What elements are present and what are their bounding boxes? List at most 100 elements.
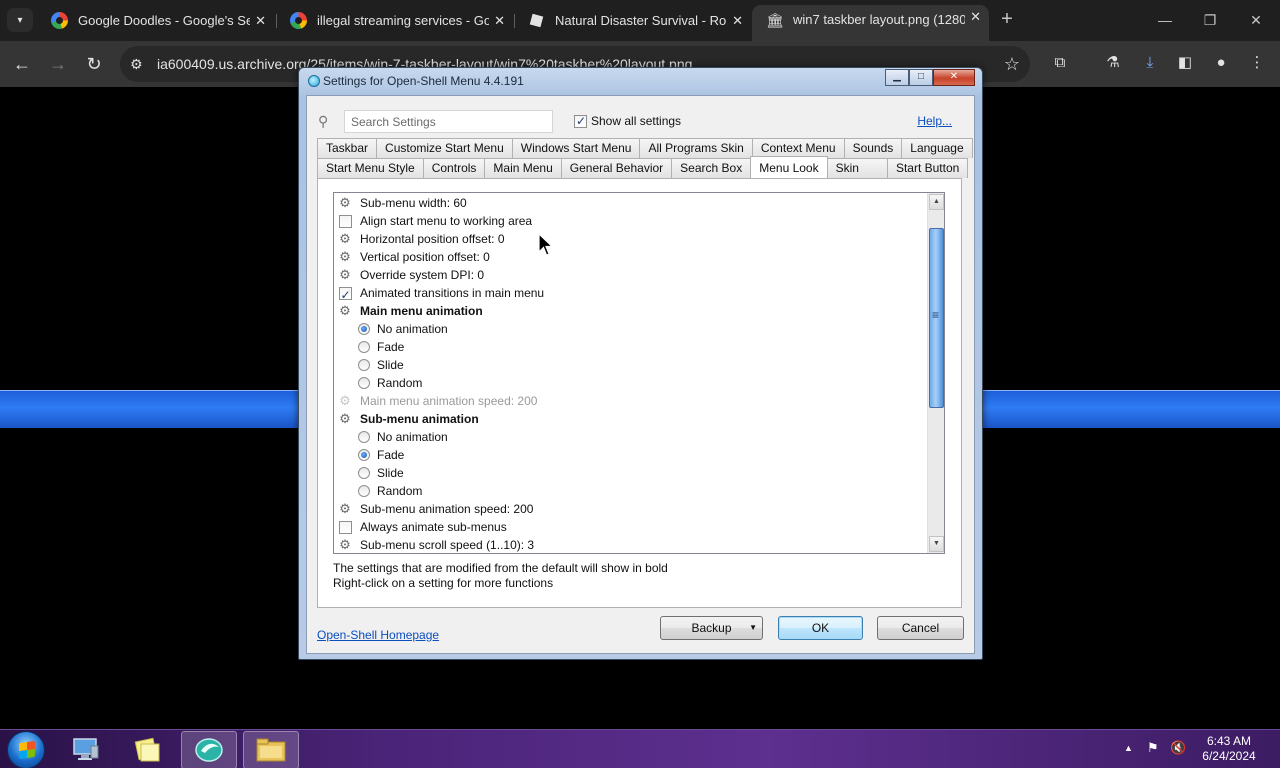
close-icon[interactable]: ✕ — [732, 6, 743, 35]
radio-unselected[interactable] — [358, 377, 370, 389]
tab-skin[interactable]: Skin — [826, 158, 888, 178]
settings-scrollbar[interactable]: ▲ ▼ — [927, 193, 944, 553]
show-hidden-icons-arrow-icon[interactable]: ▲ — [1124, 741, 1133, 756]
setting-row[interactable]: Slide — [334, 464, 926, 482]
restore-button[interactable]: ❐ — [1200, 10, 1220, 30]
tab-controls[interactable]: Controls — [422, 158, 486, 178]
setting-row[interactable]: ⚙ Horizontal position offset: 0 — [334, 230, 926, 248]
tab-general-behavior[interactable]: General Behavior — [560, 158, 673, 178]
checkbox-unchecked[interactable] — [338, 520, 352, 534]
tab-context-menu[interactable]: Context Menu — [751, 138, 845, 158]
taskbar-app-computer[interactable] — [58, 731, 114, 768]
radio-unselected[interactable] — [358, 341, 370, 353]
site-info-icon[interactable]: ⚙ — [130, 54, 143, 74]
scrollbar-thumb[interactable] — [929, 228, 944, 408]
close-window-button[interactable]: ✕ — [1246, 10, 1266, 30]
tab-main-menu[interactable]: Main Menu — [484, 158, 562, 178]
radio-selected[interactable] — [358, 449, 370, 461]
settings-list[interactable]: ⚙ Sub-menu width: 60 Align start menu to w… — [333, 192, 945, 554]
tab-menu-look[interactable]: Menu Look — [750, 156, 828, 178]
star-icon[interactable]: ☆ — [1004, 52, 1020, 76]
tab-customize-start-menu[interactable]: Customize Start Menu — [376, 138, 513, 158]
checkbox-unchecked[interactable] — [338, 214, 352, 228]
minimize-icon: — — [1158, 12, 1172, 28]
tab-sounds[interactable]: Sounds — [843, 138, 903, 158]
setting-row[interactable]: Fade — [334, 338, 926, 356]
checkbox-checked[interactable] — [338, 286, 352, 304]
clock[interactable]: 6:43 AM 6/24/2024 — [1196, 734, 1262, 764]
setting-row[interactable]: Fade — [334, 446, 926, 464]
setting-row[interactable]: ⚙ Main menu animation speed: 200 — [334, 392, 926, 410]
tab-search-button[interactable]: ▾ — [7, 8, 33, 32]
setting-row[interactable]: ⚙ Sub-menu width: 60 — [334, 194, 926, 212]
taskbar-app-open-shell[interactable] — [181, 731, 237, 768]
setting-row[interactable]: ⚙ Vertical position offset: 0 — [334, 248, 926, 266]
tab-all-programs-skin[interactable]: All Programs Skin — [639, 138, 753, 158]
volume-muted-icon[interactable]: 🔇 — [1170, 740, 1186, 755]
setting-row[interactable]: Slide — [334, 356, 926, 374]
radio-unselected[interactable] — [358, 359, 370, 371]
back-button[interactable]: ← — [10, 52, 34, 76]
google-icon — [51, 12, 68, 29]
dialog-maximize-button[interactable]: □ — [909, 69, 933, 86]
start-button[interactable] — [7, 731, 45, 768]
scroll-down-arrow[interactable]: ▼ — [929, 536, 944, 552]
search-settings-input[interactable] — [344, 110, 553, 133]
open-shell-homepage-link[interactable]: Open-Shell Homepage — [317, 628, 439, 642]
dialog-close-button[interactable]: ✕ — [933, 69, 975, 86]
browser-tab[interactable]: Google Doodles - Google's Se ✕ — [37, 6, 274, 35]
setting-icon-wrapper: ⚙ — [338, 250, 352, 264]
extensions-icon[interactable]: ⧉ — [1049, 52, 1071, 74]
browser-tab[interactable]: illegal streaming services - Go ✕ — [276, 6, 513, 35]
setting-row[interactable]: No animation — [334, 320, 926, 338]
forward-button[interactable]: → — [46, 52, 70, 76]
close-icon[interactable]: ✕ — [970, 5, 981, 32]
taskbar-app-explorer[interactable] — [243, 731, 299, 768]
google-icon — [290, 12, 307, 29]
setting-row[interactable]: Random — [334, 482, 926, 500]
new-tab-button[interactable]: + — [996, 8, 1018, 30]
labs-icon[interactable]: ⚗ — [1102, 52, 1124, 74]
download-icon[interactable]: ⤓ — [1139, 52, 1161, 74]
dialog-minimize-button[interactable]: ▁ — [885, 69, 909, 86]
setting-row[interactable]: Align start menu to working area — [334, 212, 926, 230]
help-link[interactable]: Help... — [917, 114, 952, 128]
action-center-flag-icon[interactable]: ⚑ — [1147, 740, 1159, 755]
tab-start-menu-style[interactable]: Start Menu Style — [317, 158, 424, 178]
radio-selected[interactable] — [358, 323, 370, 335]
browser-tab[interactable]: Natural Disaster Survival - Rob ✕ — [514, 6, 751, 35]
setting-row[interactable]: Random — [334, 374, 926, 392]
setting-row[interactable]: ⚙ Main menu animation — [334, 302, 926, 320]
setting-row[interactable]: Always animate sub-menus — [334, 518, 926, 536]
setting-row[interactable]: ⚙ Sub-menu scroll speed (1..10): 3 — [334, 536, 926, 553]
tab-windows-start-menu[interactable]: Windows Start Menu — [511, 138, 641, 158]
close-icon[interactable]: ✕ — [494, 6, 505, 35]
menu-icon[interactable]: ⋮ — [1246, 52, 1268, 74]
tab-start-button[interactable]: Start Button — [886, 158, 969, 178]
setting-row[interactable]: ⚙ Override system DPI: 0 — [334, 266, 926, 284]
tab-language[interactable]: Language — [901, 138, 973, 158]
checkbox-checked[interactable] — [574, 114, 587, 128]
tab-taskbar[interactable]: Taskbar — [317, 138, 378, 158]
scroll-up-arrow[interactable]: ▲ — [929, 194, 944, 210]
backup-button[interactable]: Backup ▼ — [660, 616, 763, 640]
profile-icon[interactable]: ● — [1210, 52, 1232, 74]
taskbar-app-notes[interactable] — [119, 731, 175, 768]
show-all-settings-checkbox[interactable]: Show all settings — [574, 114, 681, 128]
setting-row[interactable]: ⚙ Sub-menu animation — [334, 410, 926, 428]
setting-row[interactable]: ⚙ Sub-menu animation speed: 200 — [334, 500, 926, 518]
browser-tab-active[interactable]: 🏛 win7 taskber layout.png (1280 ✕ — [752, 5, 989, 41]
radio-unselected[interactable] — [358, 485, 370, 497]
side-panel-icon[interactable]: ◧ — [1174, 52, 1196, 74]
radio-unselected[interactable] — [358, 431, 370, 443]
ok-button[interactable]: OK — [778, 616, 863, 640]
close-icon[interactable]: ✕ — [255, 6, 266, 35]
cancel-button[interactable]: Cancel — [877, 616, 964, 640]
minimize-button[interactable]: — — [1155, 10, 1175, 30]
setting-row[interactable]: Animated transitions in main menu — [334, 284, 926, 304]
setting-row[interactable]: No animation — [334, 428, 926, 446]
dialog-client-area: ⚲ Show all settings Help... Taskbar Cust… — [306, 95, 975, 654]
radio-unselected[interactable] — [358, 467, 370, 479]
reload-button[interactable]: ↻ — [82, 52, 106, 76]
tab-search-box[interactable]: Search Box — [671, 158, 752, 178]
